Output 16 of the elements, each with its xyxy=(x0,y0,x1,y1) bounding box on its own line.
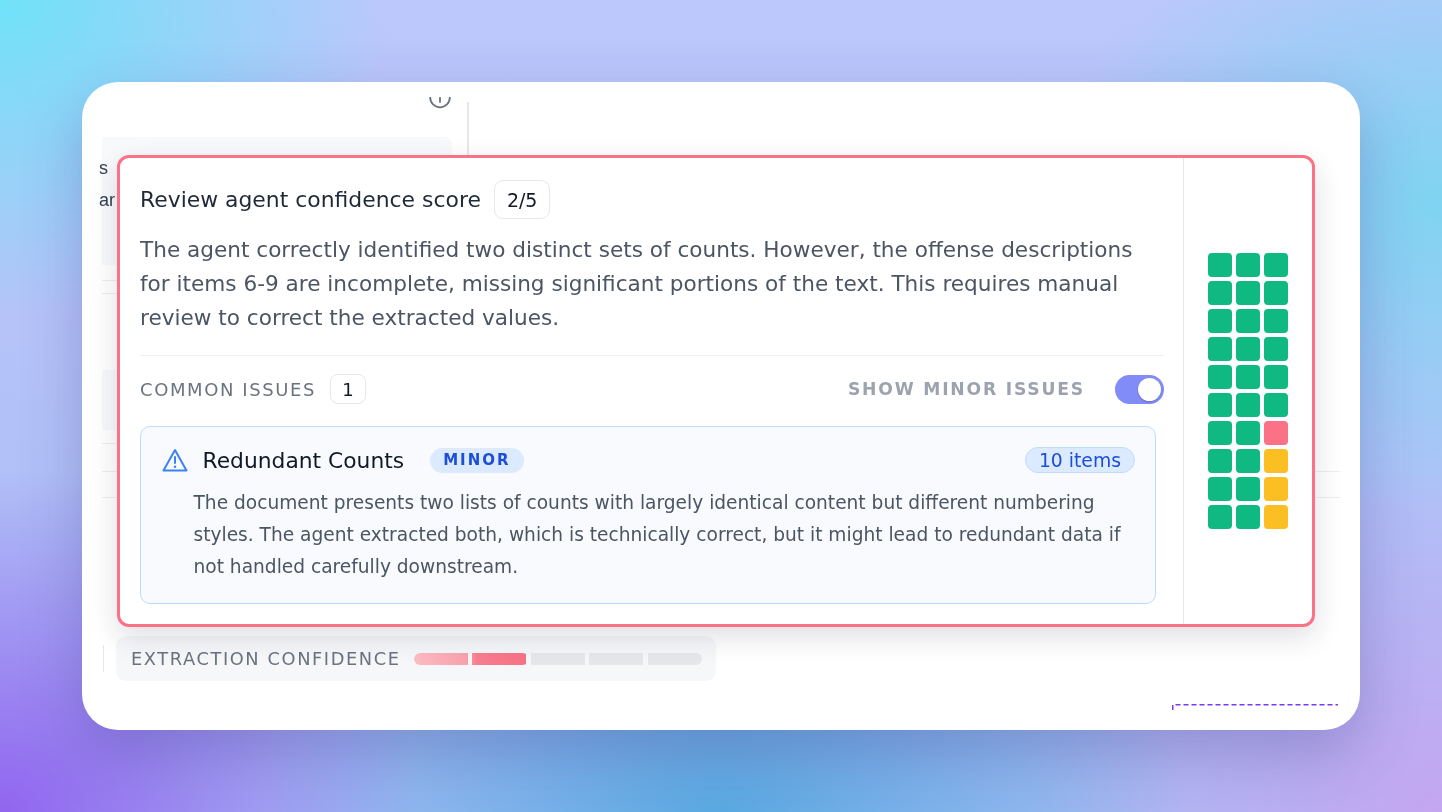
item-count-badge[interactable]: 10 items xyxy=(1024,447,1135,473)
review-summary: The agent correctly identified two distinct sets of counts. However, the offense descriptions for items 6-9 are incomplete, missing significant portions of the text. This requires manual review to correct the extracted values. xyxy=(140,236,1134,332)
count-badge: 1 xyxy=(330,374,367,404)
text-fragment: s xyxy=(99,157,108,180)
severity-badge: MINOR xyxy=(430,447,524,473)
score-badge: 2/5 xyxy=(493,180,551,219)
issue-title: Redundant Counts xyxy=(202,447,405,473)
warning-icon xyxy=(161,447,188,473)
toggle-label: SHOW MINOR ISSUES xyxy=(847,379,1085,399)
review-title: Review agent confidence score xyxy=(140,187,481,212)
toggle-switch[interactable] xyxy=(1115,374,1164,404)
issue-description: The document presents two lists of counts with largely identical content but different numbering styles. The agent extracted both, which is technically correct, but it might lead to redundant data if not handled carefully downstream. xyxy=(193,491,1122,579)
info-icon[interactable] xyxy=(429,97,451,109)
section-label: COMMON ISSUES xyxy=(140,378,317,400)
text-fragment: ar xyxy=(99,189,115,212)
meter-label: EXTRACTION CONFIDENCE xyxy=(131,648,401,669)
